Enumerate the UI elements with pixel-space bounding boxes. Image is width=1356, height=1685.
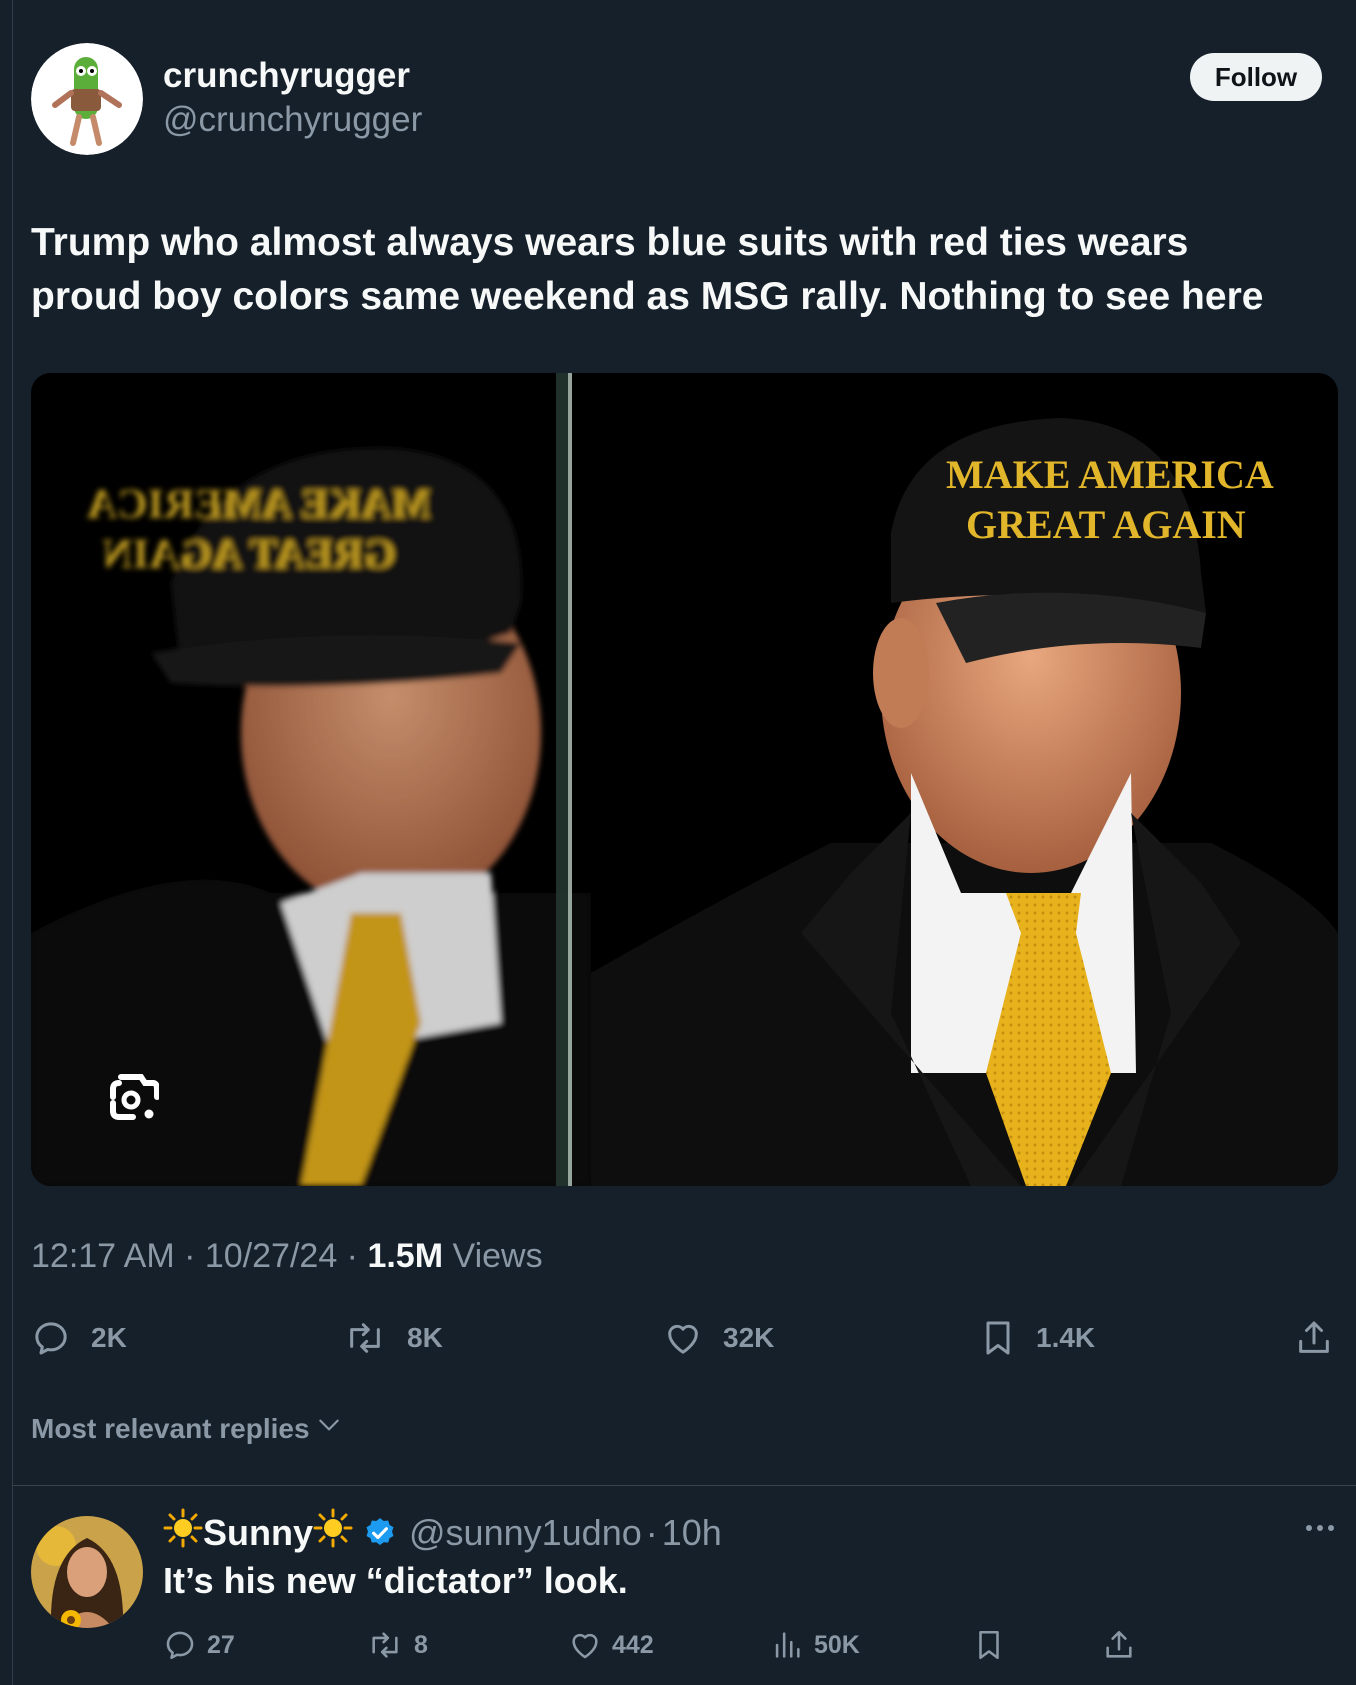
reply-reply-count: 27 [207,1630,235,1659]
views-chart-icon [770,1628,804,1662]
reply-like-button[interactable]: 442 [568,1628,654,1662]
hat-text: MAKE AMERICA [946,452,1274,497]
sun-emoji-icon [163,1508,203,1557]
follow-button[interactable]: Follow [1190,53,1322,101]
tweet-text: Trump who almost always wears blue suits… [31,216,1331,324]
repost-count: 8K [407,1322,443,1353]
like-count: 32K [723,1322,775,1353]
reply-divider [12,1485,1356,1486]
more-options-icon[interactable] [1305,1520,1335,1538]
like-button[interactable]: 32K [663,1318,774,1358]
meta-separator: · [174,1237,205,1275]
reply-reply-button[interactable]: 27 [163,1628,235,1662]
reply-header: Sunny @sunny1udno · 10h [163,1508,722,1557]
reply-handle[interactable]: @sunny1udno [409,1512,642,1554]
share-icon [1102,1628,1136,1662]
heart-icon [663,1318,703,1358]
share-button[interactable] [1294,1318,1334,1358]
reply-icon [163,1628,197,1662]
bookmark-count: 1.4K [1036,1322,1096,1353]
repost-icon [366,1628,404,1662]
reply-like-count: 442 [612,1630,654,1659]
tweet-text-line: Trump who almost always wears blue suits… [31,221,1189,264]
tweet-detail: crunchyrugger @crunchyrugger Follow Trum… [0,0,1356,1685]
reply-button[interactable]: 2K [31,1318,127,1358]
author-avatar[interactable] [31,43,143,155]
repost-button[interactable]: 8K [343,1318,443,1358]
reply-repost-button[interactable]: 8 [366,1628,428,1662]
meta-separator: · [337,1237,368,1275]
replies-sort-dropdown[interactable]: Most relevant replies [31,1412,342,1445]
reply-repost-count: 8 [414,1630,428,1659]
author-display-name[interactable]: crunchyrugger [163,56,410,96]
verified-badge-icon[interactable] [363,1516,397,1550]
heart-icon [568,1628,602,1662]
share-icon [1294,1318,1334,1358]
views-label: Views [452,1237,543,1275]
tweet-date[interactable]: 10/27/24 [205,1237,337,1275]
views-count: 1.5M [367,1237,444,1275]
tweet-text-line: proud boy colors same weekend as MSG ral… [31,275,1264,318]
reply-display-name[interactable]: Sunny [203,1512,313,1554]
tweet-time[interactable]: 12:17 AM [31,1237,175,1275]
hat-text: GREAT AGAIN [966,502,1246,547]
hat-text-reflected: MAKE AMERICA [86,482,431,528]
sun-emoji-icon [313,1508,353,1557]
bookmark-button[interactable]: 1.4K [980,1318,1095,1358]
hat-text-reflected: GREAT AGAIN [102,532,396,578]
bookmark-icon [980,1318,1016,1358]
reply-views-count: 50K [814,1630,860,1659]
tweet-meta: 12:17 AM · 10/27/24 · 1.5M Views [31,1237,543,1276]
author-handle[interactable]: @crunchyrugger [163,100,422,140]
reply-time[interactable]: 10h [662,1512,722,1554]
reply-bookmark-button[interactable] [974,1628,1004,1662]
bookmark-icon [974,1628,1004,1662]
tweet-media-image[interactable]: MAKE AMERICA GREAT AGAIN MAKE AMERICA GR… [31,373,1338,1186]
reply-share-button[interactable] [1102,1628,1136,1662]
google-lens-icon[interactable] [103,1069,159,1125]
reply-text: It’s his new “dictator” look. [163,1560,628,1601]
reply-count: 2K [91,1322,127,1353]
reply-icon [31,1318,71,1358]
reply-views-button[interactable]: 50K [770,1628,860,1662]
reply-author-avatar[interactable] [31,1516,143,1628]
reply-separator: · [645,1511,658,1553]
column-border [12,0,13,1685]
replies-sort-label: Most relevant replies [31,1412,310,1444]
chevron-down-icon [310,1412,342,1445]
repost-icon [343,1318,387,1358]
